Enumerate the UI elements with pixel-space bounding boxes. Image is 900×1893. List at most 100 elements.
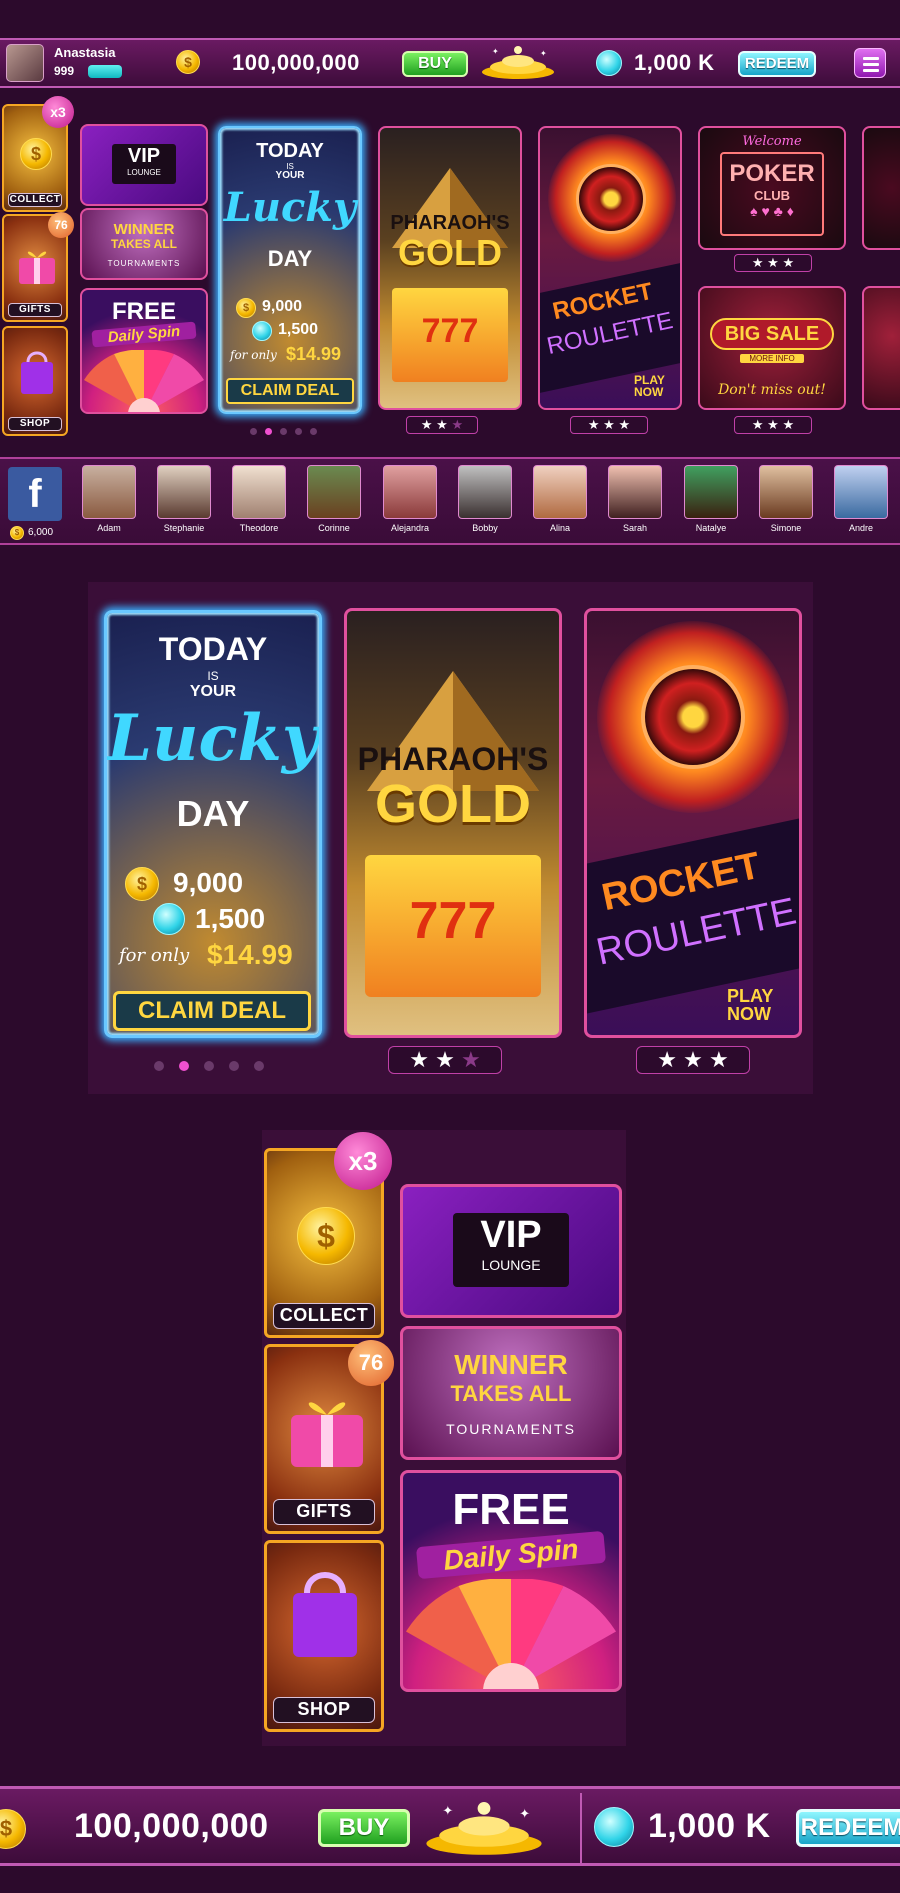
buy-button-large[interactable]: BUY bbox=[318, 1809, 410, 1847]
roulette-wheel-icon bbox=[641, 665, 745, 769]
rocket-roulette-card[interactable]: ROCKET ROULETTE PLAY NOW bbox=[538, 126, 682, 410]
friend-avatar bbox=[759, 465, 813, 519]
card-suits-icon: ♠ ♥ ♣ ♦ bbox=[750, 203, 794, 219]
friend-avatar bbox=[232, 465, 286, 519]
deal-coin-icon: $ bbox=[236, 298, 256, 318]
pharaoh-title2: GOLD bbox=[398, 232, 502, 273]
player-level: 999 bbox=[54, 64, 75, 78]
collect-multiplier-badge: x3 bbox=[42, 96, 74, 128]
friend-avatar bbox=[533, 465, 587, 519]
big-sale-title: BIG SALE bbox=[710, 318, 834, 350]
svg-text:✦: ✦ bbox=[492, 47, 499, 56]
friend-item[interactable]: Alina bbox=[532, 465, 588, 533]
player-name: Anastasia bbox=[54, 45, 116, 60]
free-daily-spin-tile[interactable]: FREE Daily Spin bbox=[80, 288, 208, 414]
redeem-button[interactable]: REDEEM bbox=[738, 51, 816, 77]
poker-subtitle: CLUB bbox=[753, 188, 791, 203]
shopping-bag-icon bbox=[21, 351, 53, 394]
gift-box-icon bbox=[291, 1402, 363, 1467]
friend-item[interactable]: Alejandra bbox=[382, 465, 438, 533]
carousel-dot[interactable] bbox=[295, 428, 302, 435]
svg-text:✦: ✦ bbox=[540, 49, 547, 58]
coin-balance: 100,000,000 bbox=[232, 50, 360, 75]
gem-icon bbox=[594, 1807, 634, 1847]
menu-button[interactable] bbox=[854, 48, 886, 78]
friend-avatar bbox=[307, 465, 361, 519]
lucky-line4: Lucky bbox=[223, 184, 357, 231]
vip-lounge-tile-large[interactable]: VIP LOUNGE bbox=[400, 1184, 622, 1318]
pharaohs-gold-card-large[interactable]: PHARAOH'S GOLD 777 bbox=[344, 608, 562, 1038]
poker-club-card[interactable]: Welcome POKER CLUB ♠ ♥ ♣ ♦ bbox=[698, 126, 846, 250]
carousel-dot[interactable] bbox=[250, 428, 257, 435]
facebook-bonus: 6,000 bbox=[28, 527, 54, 538]
svg-text:✦: ✦ bbox=[519, 1806, 530, 1821]
big-sale-rating: ★ ★ ★ bbox=[734, 416, 812, 434]
top-bar: Anastasia 999 $ 100,000,000 BUY ✦ ✦ 1,000… bbox=[0, 38, 900, 88]
winner-subtitle: TAKES ALL bbox=[111, 237, 177, 251]
friend-item[interactable]: Stephanie bbox=[156, 465, 212, 533]
free-daily-spin-tile-large[interactable]: FREE Daily Spin bbox=[400, 1470, 622, 1692]
friend-avatar bbox=[383, 465, 437, 519]
carousel-dot-active[interactable] bbox=[265, 428, 272, 435]
pharaohs-gold-card[interactable]: PHARAOH'S GOLD 777 bbox=[378, 126, 522, 410]
big-sale-card[interactable]: BIG SALE MORE INFO Don't miss out! bbox=[698, 286, 846, 410]
buy-button[interactable]: BUY bbox=[402, 51, 468, 77]
shop-label: SHOP bbox=[8, 417, 62, 431]
lucky-line1: TODAY bbox=[256, 140, 324, 162]
friend-item[interactable]: Andre bbox=[833, 465, 889, 533]
shopping-bag-icon bbox=[293, 1572, 357, 1657]
friend-avatar bbox=[82, 465, 136, 519]
prize-wheel-icon bbox=[84, 350, 204, 412]
friend-item[interactable]: Corinne bbox=[306, 465, 362, 533]
claim-deal-button-large[interactable]: CLAIM DEAL bbox=[113, 991, 311, 1031]
claim-deal-button[interactable]: CLAIM DEAL bbox=[226, 378, 354, 404]
coin-icon: $ bbox=[176, 50, 200, 74]
deal-gems: 1,500 bbox=[278, 321, 319, 338]
deal-coin-icon: $ bbox=[125, 867, 159, 901]
shop-tile-large[interactable]: SHOP bbox=[264, 1540, 384, 1732]
friend-item[interactable]: Natalye bbox=[683, 465, 739, 533]
carousel-dot[interactable] bbox=[310, 428, 317, 435]
shop-tile[interactable]: SHOP bbox=[2, 326, 68, 436]
collect-label: COLLECT bbox=[8, 193, 62, 207]
winner-takes-all-tile-large[interactable]: WINNER TAKES ALL TOURNAMENTS bbox=[400, 1326, 622, 1460]
winner-title: WINNER bbox=[113, 221, 175, 238]
lucky-line3: YOUR bbox=[275, 170, 305, 181]
player-avatar[interactable] bbox=[6, 44, 44, 82]
friend-item[interactable]: Adam bbox=[81, 465, 137, 533]
xp-progress-bar bbox=[88, 65, 122, 78]
next-card-peek[interactable] bbox=[862, 126, 900, 250]
winner-takes-all-tile[interactable]: WINNER TAKES ALL TOURNAMENTS bbox=[80, 208, 208, 280]
friend-avatar bbox=[157, 465, 211, 519]
facebook-icon[interactable]: f bbox=[8, 467, 62, 521]
big-sale-more-info[interactable]: MORE INFO bbox=[740, 354, 804, 363]
rocket-roulette-card-large[interactable]: ROCKET ROULETTE PLAY NOW bbox=[584, 608, 802, 1038]
roulette-wheel-icon bbox=[576, 164, 646, 234]
lucky-day-card-large[interactable]: TODAY IS YOUR Lucky DAY $ 9,000 1,500 fo… bbox=[104, 610, 322, 1038]
next-sale-peek[interactable] bbox=[862, 286, 900, 410]
coin-pile-icon: ✦ ✦ bbox=[426, 1802, 542, 1855]
friends-bar: f $ 6,000 Adam Stephanie Theodore Corinn… bbox=[0, 457, 900, 545]
collect-multiplier-badge-large: x3 bbox=[334, 1132, 392, 1190]
friend-item[interactable]: Theodore bbox=[231, 465, 287, 533]
rocket-rating-large: ★ ★ ★ bbox=[636, 1046, 750, 1074]
rocket-play-now[interactable]: PLAY NOW bbox=[634, 374, 680, 398]
gifts-count-badge-large: 76 bbox=[348, 1340, 394, 1386]
vip-subtitle: LOUNGE bbox=[127, 168, 161, 177]
lucky-day-card[interactable]: TODAY IS YOUR Lucky DAY $ 9,000 1,500 fo… bbox=[218, 126, 362, 414]
friend-item[interactable]: Simone bbox=[758, 465, 814, 533]
redeem-button-large[interactable]: REDEEM bbox=[796, 1809, 900, 1847]
friend-item[interactable]: Bobby bbox=[457, 465, 513, 533]
lucky-line5: DAY bbox=[267, 246, 313, 271]
vip-lounge-tile[interactable]: VIP LOUNGE bbox=[80, 124, 208, 206]
big-sale-tagline: Don't miss out! bbox=[718, 382, 826, 398]
friend-avatar bbox=[458, 465, 512, 519]
rocket-rating: ★ ★ ★ bbox=[570, 416, 648, 434]
gifts-label: GIFTS bbox=[8, 303, 62, 317]
friend-item[interactable]: Sarah bbox=[607, 465, 663, 533]
top-bar-zoom: $ 100,000,000 BUY ✦ ✦ 1,000 K REDEEM bbox=[0, 1786, 900, 1866]
deal-price: $14.99 bbox=[286, 344, 342, 364]
carousel-dots bbox=[250, 422, 325, 440]
winner-caption: TOURNAMENTS bbox=[107, 259, 181, 268]
carousel-dot[interactable] bbox=[280, 428, 287, 435]
